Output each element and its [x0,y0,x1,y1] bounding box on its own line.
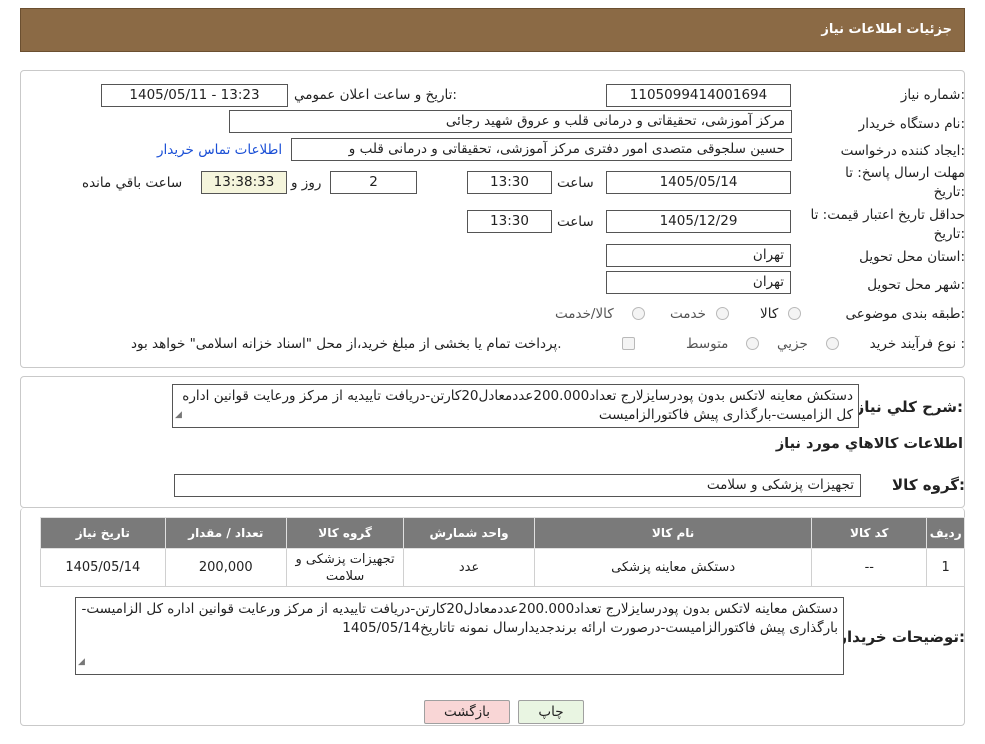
process-minor-radio[interactable] [826,337,839,350]
buyer-org-field: مرکز آموزشی، تحقیقاتی و درمانی قلب و عرو… [229,110,792,133]
cell-goods-group: تجهیزات پزشکی و سلامت [285,548,405,587]
goods-table-header-row: رديف كد كالا نام كالا واحد شمارش گروه كا… [40,517,965,549]
need-number-field: 1105099414001694 [606,84,791,107]
deadline-label-line1: مهلت ارسال پاسخ: تا [845,165,965,181]
summary-textarea[interactable]: دستکش معاینه لاتکس بدون پودرسایزلارج تعد… [172,384,859,428]
col-header-goods-code: كد كالا [811,517,928,549]
category-goods-label: کالا [760,306,779,322]
treasury-payment-checkbox[interactable] [622,337,635,350]
col-header-need-date: تاريخ نياز [40,517,166,549]
cell-row-number: 1 [926,548,965,587]
announce-date-label: تاریخ و ساعت اعلان عمومي: [294,87,457,103]
back-button[interactable]: بازگشت [424,700,510,724]
buyer-contact-link[interactable]: اطلاعات تماس خريدار [157,142,282,158]
process-type-label: نوع فرآيند خريد : [869,336,965,352]
category-service-radio[interactable] [716,307,729,320]
buyer-notes-textarea[interactable]: دستکش معاینه لاتکس بدون پودرسایزلارج تعد… [75,597,844,675]
page-header: جزئیات اطلاعات نیاز [20,8,965,52]
province-field: تهران [606,244,791,267]
remaining-time-field: 13:38:33 [201,171,287,194]
city-field: تهران [606,271,791,294]
validity-label-line1: حداقل تاريخ اعتبار قيمت: تا [810,207,965,223]
deadline-time-label: ساعت [557,175,594,191]
col-header-row-number: رديف [926,517,965,549]
buyer-org-label: نام دستگاه خريدار: [858,116,965,132]
process-medium-radio[interactable] [746,337,759,350]
goods-table: رديف كد كالا نام كالا واحد شمارش گروه كا… [40,517,965,587]
cell-goods-code: -- [811,548,928,587]
category-goods-service-radio[interactable] [632,307,645,320]
table-row: 1 -- دستکش معاینه پزشکی عدد تجهیزات پزشک… [40,548,965,587]
creator-label: ايجاد کننده درخواست: [840,143,965,159]
buyer-notes-label: توضيحات خريدار: [838,628,965,646]
cell-quantity: 200,000 [164,548,287,587]
process-medium-label: متوسط [686,336,729,352]
deadline-label-line2: تاريخ: [933,184,965,200]
need-number-label: شماره نیاز: [900,87,965,103]
validity-time-label: ساعت [557,214,594,230]
validity-time-field: 13:30 [467,210,552,233]
summary-label: شرح كلي نياز: [855,398,963,416]
cell-unit: عدد [403,548,535,587]
remaining-time-label: ساعت باقي مانده [82,175,183,191]
province-label: استان محل تحويل: [859,249,965,265]
process-minor-label: جزيي [777,336,808,352]
col-header-quantity: تعداد / مقدار [164,517,287,549]
col-header-goods-name: نام كالا [533,517,813,549]
creator-field: حسین سلجوقی متصدی امور دفتری مرکز آموزشی… [291,138,792,161]
validity-label-line2: تاريخ: [933,226,965,242]
buyer-notes-text: دستکش معاینه لاتکس بدون پودرسایزلارج تعد… [81,601,838,636]
col-header-unit: واحد شمارش [403,517,535,549]
announce-date-field: 1405/05/11 - 13:23 [101,84,288,107]
resize-handle-icon[interactable]: ◢ [78,653,85,672]
col-header-goods-group: گروه كالا [285,517,405,549]
category-service-label: خدمت [670,306,706,322]
print-button[interactable]: چاپ [518,700,584,724]
cell-goods-name: دستکش معاینه پزشکی [533,548,813,587]
remaining-days-field: 2 [330,171,417,194]
days-label: روز و [291,175,322,191]
category-label: طبقه بندی موضوعی: [845,306,965,322]
summary-text: دستکش معاینه لاتکس بدون پودرسایزلارج تعد… [182,388,853,423]
category-goods-service-label: کالا/خدمت [555,306,614,322]
goods-group-label: گروه کالا: [892,476,965,494]
page-title: جزئیات اطلاعات نیاز [821,22,952,37]
deadline-time-field: 13:30 [467,171,552,194]
goods-info-title: اطلاعات كالاهاي مورد نياز [775,436,963,452]
treasury-payment-note: پرداخت تمام یا بخشی از مبلغ خرید،از محل … [131,336,562,352]
cell-need-date: 1405/05/14 [40,548,166,587]
category-goods-radio[interactable] [788,307,801,320]
goods-group-field: تجهیزات پزشکی و سلامت [174,474,861,497]
resize-handle-icon[interactable]: ◢ [175,406,182,425]
city-label: شهر محل تحويل: [867,277,965,293]
validity-date-field: 1405/12/29 [606,210,791,233]
deadline-date-field: 1405/05/14 [606,171,791,194]
